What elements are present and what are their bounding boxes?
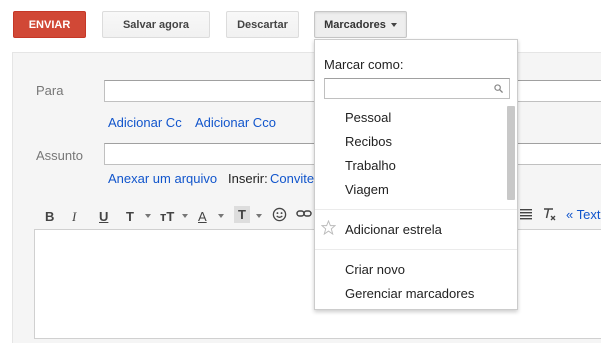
attach-file-link[interactable]: Anexar um arquivo: [108, 171, 217, 186]
manage-labels-item[interactable]: Gerenciar marcadores: [345, 286, 474, 301]
label-item-recibos[interactable]: Recibos: [345, 134, 392, 149]
link-icon[interactable]: [296, 208, 312, 223]
menu-scrollbar[interactable]: [507, 106, 515, 200]
font-button[interactable]: T: [126, 209, 134, 224]
send-button[interactable]: ENVIAR: [13, 11, 86, 38]
label-item-viagem[interactable]: Viagem: [345, 182, 389, 197]
align-icon[interactable]: [520, 208, 532, 223]
labels-button-label: Marcadores: [324, 18, 386, 31]
create-new-label-item[interactable]: Criar novo: [345, 262, 405, 277]
label-search-input[interactable]: [324, 78, 510, 99]
add-star-item[interactable]: Adicionar estrela: [345, 222, 442, 237]
italic-button[interactable]: I: [72, 209, 76, 225]
save-now-button[interactable]: Salvar agora: [102, 11, 210, 38]
bold-button[interactable]: B: [45, 209, 54, 224]
underline-button[interactable]: U: [99, 209, 108, 224]
insert-label: Inserir:: [228, 171, 268, 186]
menu-divider: [315, 209, 517, 210]
subject-label: Assunto: [36, 148, 83, 163]
more-formatting-link[interactable]: « Text: [566, 207, 600, 222]
add-cc-link[interactable]: Adicionar Cc: [108, 115, 182, 130]
labels-dropdown-button[interactable]: Marcadores: [314, 11, 407, 38]
chevron-down-icon: [218, 214, 224, 218]
font-size-button[interactable]: тT: [160, 209, 174, 224]
chevron-down-icon: [145, 214, 151, 218]
to-label: Para: [36, 83, 64, 98]
menu-divider: [315, 249, 517, 250]
discard-button[interactable]: Descartar: [226, 11, 299, 38]
label-item-trabalho[interactable]: Trabalho: [345, 158, 396, 173]
labels-menu: Marcar como: Pessoal Recibos Trabalho Vi…: [314, 39, 518, 310]
add-bcc-link[interactable]: Adicionar Cco: [195, 115, 276, 130]
text-color-button[interactable]: A: [198, 209, 207, 224]
highlight-color-button[interactable]: T: [234, 206, 250, 223]
insert-invite-link[interactable]: Convite: [270, 171, 314, 186]
clear-formatting-icon[interactable]: [541, 206, 557, 225]
menu-title: Marcar como:: [324, 57, 404, 72]
search-icon: [494, 84, 503, 93]
label-item-pessoal[interactable]: Pessoal: [345, 110, 391, 125]
star-icon: [321, 220, 336, 235]
chevron-down-icon: [182, 214, 188, 218]
chevron-down-icon: [390, 22, 397, 27]
chevron-down-icon: [256, 214, 262, 218]
emoji-icon[interactable]: [272, 207, 287, 225]
